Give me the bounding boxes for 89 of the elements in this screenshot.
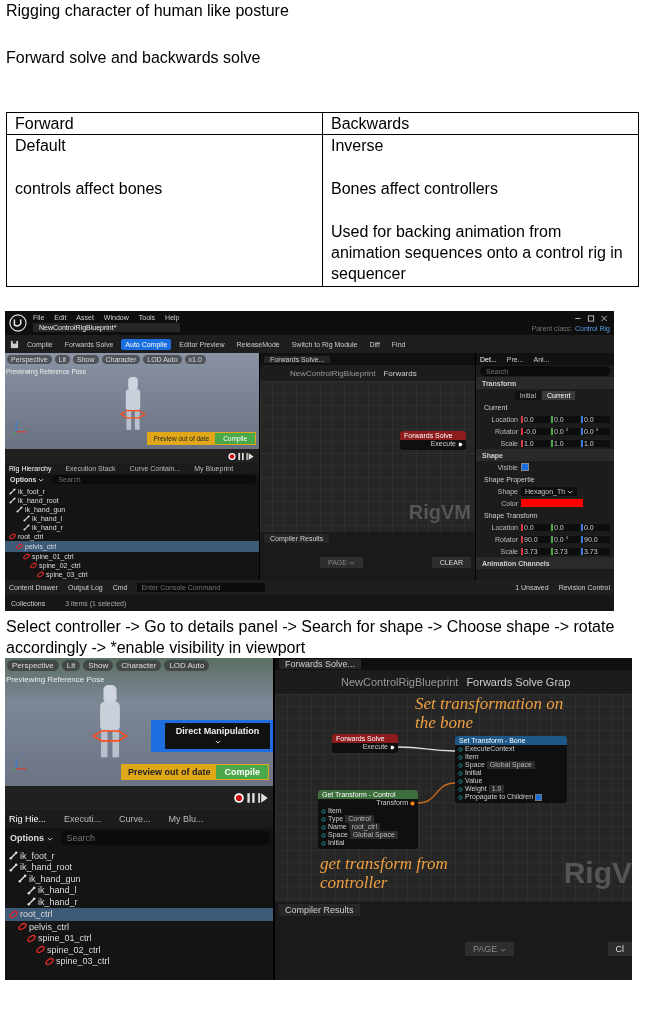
clear-button[interactable]: Cl xyxy=(607,942,632,956)
axis-gizmo-icon xyxy=(13,756,29,772)
breadcrumb-item[interactable]: NewControlRigBlueprint xyxy=(290,368,376,378)
tree-item[interactable]: ik_hand_root xyxy=(5,861,273,873)
pin-icon[interactable] xyxy=(321,840,326,846)
tree-item[interactable]: spine_03_ctrl xyxy=(5,955,273,967)
save-icon[interactable] xyxy=(10,339,19,349)
table-cell-text: controls affect bones xyxy=(15,179,164,199)
options-button[interactable]: Options xyxy=(8,833,55,843)
caret-icon xyxy=(348,561,355,566)
bone-icon xyxy=(9,851,18,861)
bone-icon xyxy=(23,524,30,531)
playback-controls-icon[interactable] xyxy=(227,451,255,461)
tree-item[interactable]: root_ctrl xyxy=(5,907,273,921)
tree-item[interactable]: ik_hand_r xyxy=(5,896,273,908)
banner-text: Preview out of date xyxy=(126,767,212,777)
pin-icon[interactable] xyxy=(458,786,463,792)
tree-item[interactable]: ik_hand_gun xyxy=(5,873,273,885)
viewport-option[interactable]: Perspective xyxy=(7,660,59,671)
handwritten-note: get transform from controller xyxy=(320,854,449,892)
note-text: Rigging character of human like posture xyxy=(6,1,290,21)
viewport-option[interactable]: Show xyxy=(83,660,114,671)
pin-icon[interactable] xyxy=(321,808,326,814)
color-swatch[interactable] xyxy=(521,499,583,507)
breadcrumb-item[interactable]: Forwards Solve Grap xyxy=(466,676,571,688)
viewport-option[interactable]: Character xyxy=(116,660,162,671)
pin-icon[interactable] xyxy=(321,832,326,838)
engine-logo-icon xyxy=(9,314,27,332)
bone-icon xyxy=(27,897,36,907)
pin-checkbox[interactable] xyxy=(535,793,543,801)
caption-text: Select controller -> Go to details panel -> Search for shape -> Choose shape -> rotate accordingly -> *enable visibility in viewport xyxy=(6,617,616,658)
caret-icon xyxy=(46,836,53,841)
exec-pin-icon[interactable] xyxy=(458,441,463,447)
breadcrumb-item[interactable]: Forwards xyxy=(383,368,417,378)
pin-icon[interactable] xyxy=(458,746,463,752)
caret-icon xyxy=(499,947,506,952)
pin-icon[interactable] xyxy=(458,754,463,760)
window-controls-icon[interactable] xyxy=(572,314,610,322)
exec-wire xyxy=(398,746,455,752)
column-header: Backwards xyxy=(322,112,639,135)
viewport-option[interactable]: Lit xyxy=(61,660,81,671)
panel-tab[interactable]: Rig Hie... xyxy=(9,814,46,824)
table-cell-text: Bones affect controllers xyxy=(331,179,499,199)
pin-icon[interactable] xyxy=(321,824,326,830)
handwritten-note: Set transformation on the bone xyxy=(415,694,565,732)
bone-icon xyxy=(9,862,18,872)
bone-icon xyxy=(16,506,23,513)
bone-icon xyxy=(18,874,27,884)
tree-item[interactable]: ik_foot_r xyxy=(5,850,273,862)
caret-icon xyxy=(567,489,574,494)
tree-item[interactable]: spine_02_ctrl xyxy=(5,944,273,956)
pin-icon[interactable] xyxy=(458,770,463,776)
tree-item[interactable]: pelvis_ctrl xyxy=(5,921,273,933)
viewport-caption: Previewing Reference Pose xyxy=(6,675,105,684)
tree-item[interactable]: spine_01_ctrl xyxy=(5,932,273,944)
table-cell-text: Inverse xyxy=(331,136,385,156)
tree-item[interactable]: ik_hand_l xyxy=(5,884,273,896)
bone-icon xyxy=(9,488,16,495)
table-cell-text: Used for backing animation from animation sequences onto a control rig in sequencer xyxy=(331,222,624,284)
pin-icon[interactable] xyxy=(410,800,415,806)
note-text: Forward solve and backwards solve xyxy=(6,48,262,68)
panel-tab[interactable]: Compiler Results xyxy=(279,904,360,916)
graph-canvas[interactable] xyxy=(275,694,632,902)
search-field[interactable]: Search xyxy=(60,831,270,845)
caret-icon xyxy=(38,478,45,483)
page-dropdown[interactable]: PAGE xyxy=(465,942,514,956)
panel-tab[interactable]: Executi... xyxy=(64,814,102,824)
axis-gizmo-icon xyxy=(13,419,29,435)
column-header: Forward xyxy=(6,112,323,135)
panel-tab[interactable]: Curve... xyxy=(119,814,151,824)
pin-icon[interactable] xyxy=(458,762,463,768)
viewport-option[interactable]: LOD Auto xyxy=(164,660,210,671)
exec-pin-icon[interactable] xyxy=(390,744,395,750)
breadcrumb-item[interactable]: NewControlRigBlueprint xyxy=(341,676,459,688)
bone-icon xyxy=(23,515,30,522)
panel-tab[interactable]: My Blu... xyxy=(168,814,204,824)
checkbox[interactable] xyxy=(521,463,529,471)
pin-icon[interactable] xyxy=(458,794,463,800)
table-cell-text: Default xyxy=(15,136,67,156)
data-wire xyxy=(418,782,455,804)
bone-icon xyxy=(9,497,16,504)
viewport-render[interactable]: Perspective Lit Show Character LOD Auto Previewing Reference Pose Direct Manipulation Preview out of date Compile xyxy=(5,658,273,786)
playback-controls-icon[interactable] xyxy=(233,792,269,804)
graph-tab[interactable]: Forwards Solve... xyxy=(279,659,362,669)
caret-icon xyxy=(214,739,221,744)
mode-dropdown[interactable]: Direct Manipulation xyxy=(165,723,270,749)
bone-icon xyxy=(27,885,36,895)
pin-icon[interactable] xyxy=(321,816,326,822)
pin-icon[interactable] xyxy=(458,778,463,784)
